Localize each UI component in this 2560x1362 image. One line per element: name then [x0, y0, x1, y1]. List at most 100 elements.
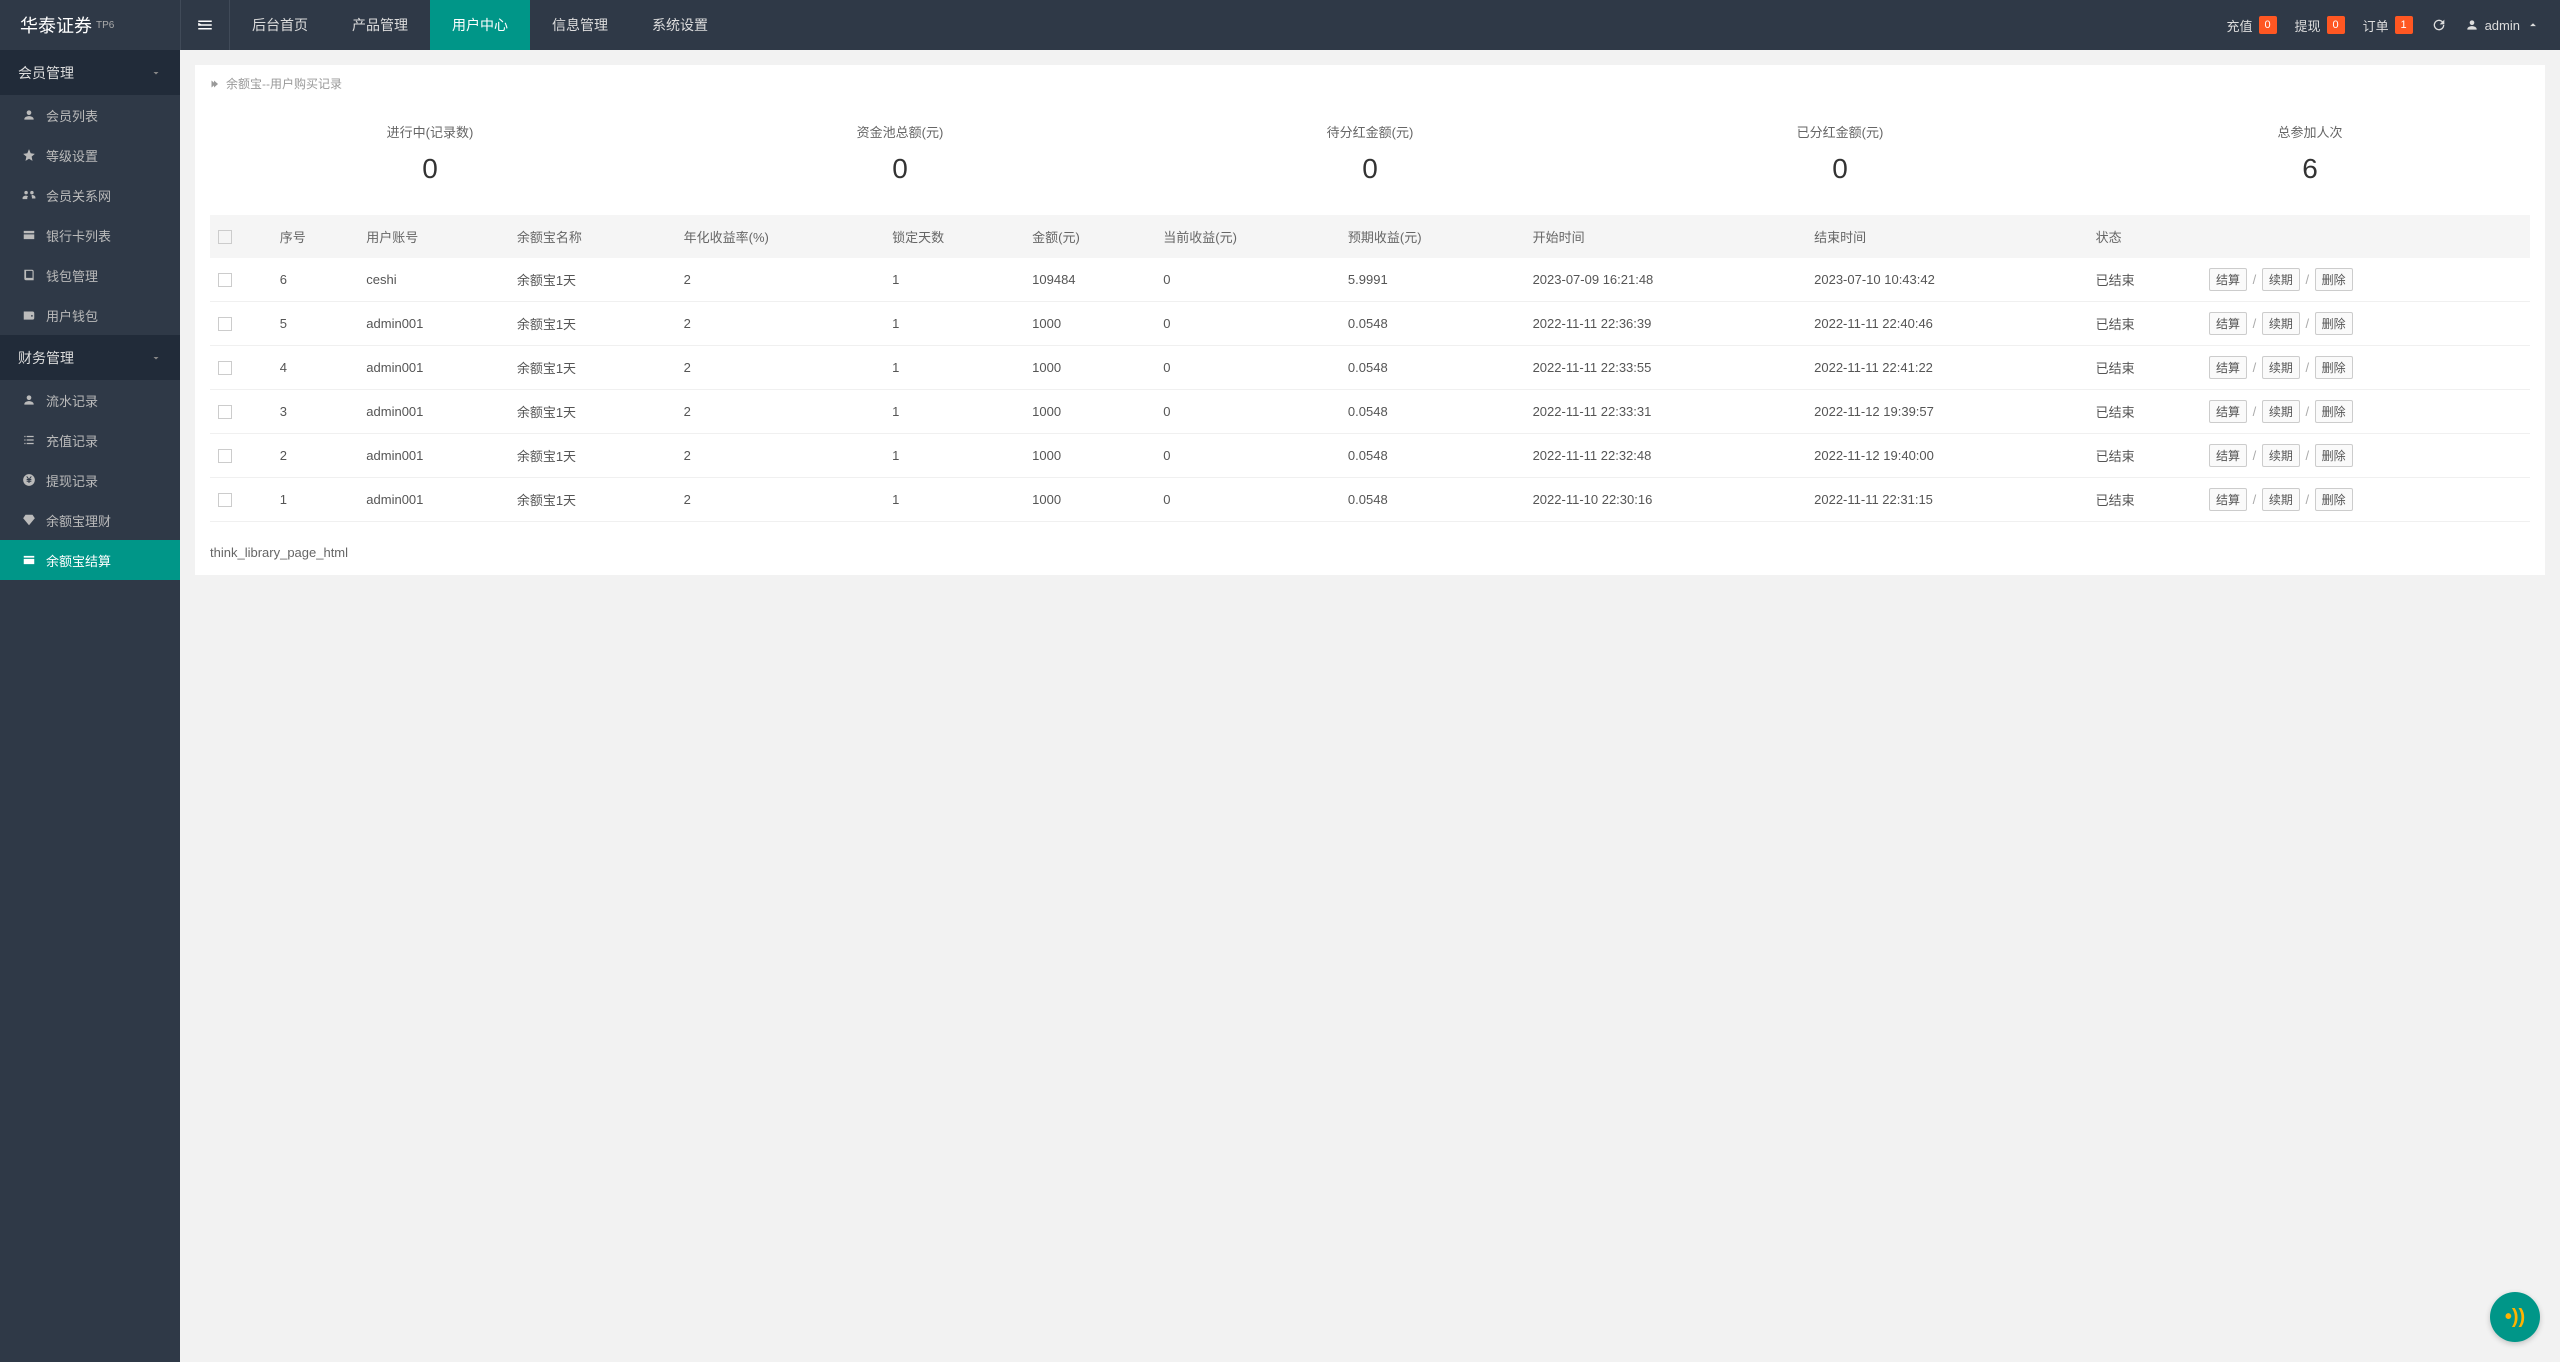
records-table: 序号用户账号余额宝名称年化收益率(%)锁定天数金额(元)当前收益(元)预期收益(… [210, 215, 2530, 522]
sidebar-item-0-1[interactable]: 等级设置 [0, 135, 180, 175]
order-link[interactable]: 订单 1 [2363, 16, 2413, 35]
sidebar-item-1-3[interactable]: 余额宝理财 [0, 500, 180, 540]
recharge-link[interactable]: 充值 0 [2227, 16, 2277, 35]
settle-button[interactable]: 结算 [2209, 312, 2247, 335]
sidebar-group-1[interactable]: 财务管理 [0, 335, 180, 380]
cell-rate: 2 [676, 434, 884, 478]
cell-end: 2022-11-12 19:39:57 [1806, 390, 2088, 434]
sidebar-item-0-0[interactable]: 会员列表 [0, 95, 180, 135]
cell-start: 2023-07-09 16:21:48 [1525, 258, 1807, 302]
action-separator: / [2302, 316, 2313, 331]
table-row: 3admin001余额宝1天21100000.05482022-11-11 22… [210, 390, 2530, 434]
sidebar-item-0-2[interactable]: 会员关系网 [0, 175, 180, 215]
list-icon [22, 433, 36, 447]
refresh-icon[interactable] [2431, 17, 2447, 33]
stat-value: 0 [195, 153, 665, 185]
recharge-label: 充值 [2227, 16, 2253, 35]
cell-lock: 1 [884, 434, 1024, 478]
topnav-item-4[interactable]: 系统设置 [630, 0, 730, 50]
table-body: 6ceshi余额宝1天2110948405.99912023-07-09 16:… [210, 258, 2530, 522]
breadcrumb: 余额宝--用户购买记录 [195, 65, 2545, 102]
sidebar-item-label: 等级设置 [46, 146, 98, 165]
action-separator: / [2249, 492, 2260, 507]
chevron-down-icon [150, 67, 162, 79]
settle-button[interactable]: 结算 [2209, 356, 2247, 379]
sidebar-item-0-5[interactable]: 用户钱包 [0, 295, 180, 335]
row-checkbox[interactable] [218, 449, 232, 463]
cell-user: admin001 [358, 434, 509, 478]
topbar: 华泰证券 TP6 后台首页产品管理用户中心信息管理系统设置 充值 0 提现 0 … [0, 0, 2560, 50]
renew-button[interactable]: 续期 [2262, 312, 2300, 335]
cell-start: 2022-11-11 22:36:39 [1525, 302, 1807, 346]
delete-button[interactable]: 删除 [2315, 268, 2353, 291]
delete-button[interactable]: 删除 [2315, 400, 2353, 423]
settle-button[interactable]: 结算 [2209, 268, 2247, 291]
renew-button[interactable]: 续期 [2262, 356, 2300, 379]
sidebar-item-0-4[interactable]: 钱包管理 [0, 255, 180, 295]
row-checkbox[interactable] [218, 273, 232, 287]
sidebar-item-1-2[interactable]: 提现记录 [0, 460, 180, 500]
cell-end: 2023-07-10 10:43:42 [1806, 258, 2088, 302]
select-all-checkbox[interactable] [218, 230, 232, 244]
brand[interactable]: 华泰证券 TP6 [0, 0, 180, 50]
cell-status: 已结束 [2088, 258, 2201, 302]
sidebar-item-1-4[interactable]: 余额宝结算 [0, 540, 180, 580]
topnav-item-1[interactable]: 产品管理 [330, 0, 430, 50]
col-header-9: 开始时间 [1525, 215, 1807, 258]
user-dropdown[interactable]: admin [2465, 18, 2540, 33]
cell-actions: 结算 / 续期 / 删除 [2201, 346, 2530, 390]
settle-button[interactable]: 结算 [2209, 400, 2247, 423]
cell-lock: 1 [884, 258, 1024, 302]
topnav: 后台首页产品管理用户中心信息管理系统设置 [230, 0, 730, 50]
sidebar-item-1-1[interactable]: 充值记录 [0, 420, 180, 460]
delete-button[interactable]: 删除 [2315, 444, 2353, 467]
cell-amount: 1000 [1024, 478, 1155, 522]
cell-actions: 结算 / 续期 / 删除 [2201, 258, 2530, 302]
cell-no: 5 [272, 302, 359, 346]
cell-end: 2022-11-11 22:40:46 [1806, 302, 2088, 346]
cell-cur: 0 [1155, 390, 1340, 434]
footer-note: think_library_page_html [195, 537, 2545, 575]
chevron-up-icon [2526, 18, 2540, 32]
col-header-5: 锁定天数 [884, 215, 1024, 258]
cell-rate: 2 [676, 302, 884, 346]
col-header-3: 余额宝名称 [509, 215, 676, 258]
topnav-item-2[interactable]: 用户中心 [430, 0, 530, 50]
delete-button[interactable]: 删除 [2315, 488, 2353, 511]
topnav-item-0[interactable]: 后台首页 [230, 0, 330, 50]
row-checkbox[interactable] [218, 405, 232, 419]
card2-icon [22, 553, 36, 567]
menu-icon [196, 16, 214, 34]
support-icon: •)) [2505, 1306, 2525, 1329]
delete-button[interactable]: 删除 [2315, 312, 2353, 335]
user-icon [2465, 18, 2479, 32]
renew-button[interactable]: 续期 [2262, 444, 2300, 467]
withdraw-link[interactable]: 提现 0 [2295, 16, 2345, 35]
row-checkbox[interactable] [218, 317, 232, 331]
cell-cur: 0 [1155, 434, 1340, 478]
support-fab[interactable]: •)) [2490, 1292, 2540, 1342]
cell-rate: 2 [676, 346, 884, 390]
sidebar-group-0[interactable]: 会员管理 [0, 50, 180, 95]
cell-no: 2 [272, 434, 359, 478]
settle-button[interactable]: 结算 [2209, 444, 2247, 467]
renew-button[interactable]: 续期 [2262, 488, 2300, 511]
renew-button[interactable]: 续期 [2262, 268, 2300, 291]
cell-rate: 2 [676, 258, 884, 302]
topnav-item-3[interactable]: 信息管理 [530, 0, 630, 50]
delete-button[interactable]: 删除 [2315, 356, 2353, 379]
row-checkbox[interactable] [218, 361, 232, 375]
sidebar-item-0-3[interactable]: 银行卡列表 [0, 215, 180, 255]
sidebar-item-1-0[interactable]: 流水记录 [0, 380, 180, 420]
sidebar-item-label: 会员关系网 [46, 186, 111, 205]
topbar-right: 充值 0 提现 0 订单 1 admin [2227, 0, 2560, 50]
action-separator: / [2249, 360, 2260, 375]
sidebar-toggle-button[interactable] [180, 0, 230, 50]
row-checkbox[interactable] [218, 493, 232, 507]
col-header-11: 状态 [2088, 215, 2201, 258]
sidebar-item-label: 充值记录 [46, 431, 98, 450]
renew-button[interactable]: 续期 [2262, 400, 2300, 423]
person-icon [22, 393, 36, 407]
settle-button[interactable]: 结算 [2209, 488, 2247, 511]
action-separator: / [2302, 360, 2313, 375]
